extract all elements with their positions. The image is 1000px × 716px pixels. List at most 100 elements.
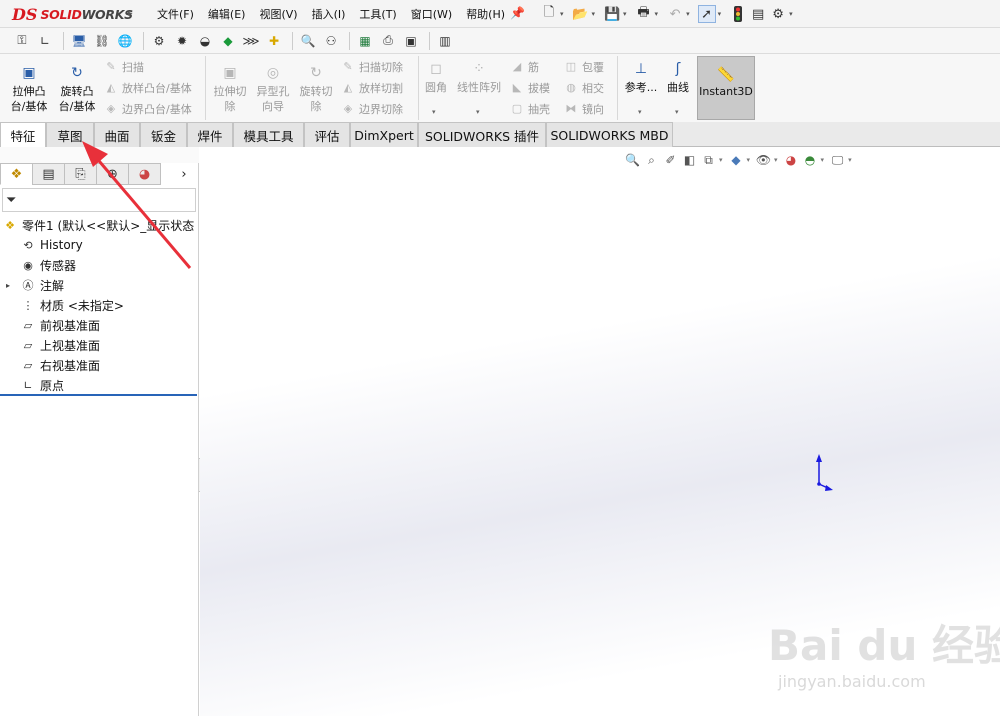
tree-root-part[interactable]: ❖ 零件1 (默认<<默认>_显示状态	[0, 215, 199, 235]
rebuild-traffic-light-icon[interactable]	[729, 5, 747, 23]
spring-icon[interactable]: ⋙	[241, 31, 261, 51]
view-orientation-cube-icon[interactable]: ◆	[728, 152, 745, 169]
solidworks-logo[interactable]: DS SOLIDWORKS	[0, 0, 133, 28]
extrude-cut-button[interactable]: ▣ 拉伸切 除	[210, 64, 250, 114]
file-properties-icon[interactable]: ▤	[749, 5, 767, 23]
panel-more-chevron-icon[interactable]: ›	[169, 163, 199, 185]
tree-item-origin[interactable]: ∟ 原点	[0, 375, 199, 395]
mirror-button[interactable]: ⧓ 镜向	[564, 101, 605, 117]
view-settings-dropdown-icon[interactable]: ▾	[848, 156, 852, 164]
view-settings-monitor-icon[interactable]: 🖵	[829, 152, 846, 169]
hole-wizard-button[interactable]: ◎ 异型孔 向导	[253, 64, 293, 114]
tab-mold-tools[interactable]: 模具工具	[233, 122, 304, 147]
reference-geometry-button[interactable]: ⊥ 参考...	[622, 60, 660, 95]
undo-icon[interactable]: ↶	[666, 5, 684, 23]
print-dropdown-icon[interactable]: ▾	[655, 10, 659, 18]
new-dropdown-icon[interactable]: ▾	[560, 10, 564, 18]
tab-solidworks-mbd[interactable]: SOLIDWORKS MBD	[546, 122, 673, 147]
open-dropdown-icon[interactable]: ▾	[592, 10, 596, 18]
tree-filter-input[interactable]: ⏷	[2, 188, 196, 212]
menu-window[interactable]: 窗口(W)	[404, 6, 459, 22]
select-cursor-icon[interactable]: ➚	[697, 5, 716, 23]
expand-arrow-icon[interactable]: ▸	[6, 281, 10, 290]
excel-table-icon[interactable]: ▦	[355, 31, 375, 51]
document-icon[interactable]: ▥	[435, 31, 455, 51]
tree-item-history[interactable]: ⟲ History	[0, 235, 199, 255]
fillet-button[interactable]: ◻ 圆角	[420, 60, 452, 95]
options-gear-icon[interactable]: ⚙	[769, 5, 787, 23]
dimension-l-icon[interactable]: ∟	[35, 31, 55, 51]
feature-manager-tree-icon[interactable]: ❖	[0, 163, 33, 185]
save-dropdown-icon[interactable]: ▾	[623, 10, 627, 18]
lofted-cut-button[interactable]: ◭ 放样切割	[341, 80, 403, 96]
undo-dropdown-icon[interactable]: ▾	[686, 10, 690, 18]
zoom-to-area-icon[interactable]: ⌕	[643, 152, 660, 169]
hide-show-dropdown-icon[interactable]: ▾	[774, 156, 778, 164]
draft-button[interactable]: ◣ 拔模	[510, 80, 550, 96]
open-folder-icon[interactable]: 📂	[572, 5, 590, 23]
boundary-boss-button[interactable]: ◈ 边界凸台/基体	[104, 101, 192, 117]
sweep-button[interactable]: ✎ 扫描	[104, 59, 144, 75]
orientation-dropdown-icon[interactable]: ▾	[747, 156, 751, 164]
linear-pattern-dropdown-icon[interactable]: ▾	[476, 108, 480, 116]
pin-icon[interactable]: 📌	[510, 6, 525, 20]
revolve-cut-button[interactable]: ↻ 旋转切 除	[296, 64, 336, 114]
instant3d-button[interactable]: 📏 Instant3D	[697, 56, 755, 120]
dimxpert-manager-icon[interactable]: ⊕	[96, 163, 129, 185]
section-view-icon[interactable]: ◧	[681, 152, 698, 169]
hide-show-eye-icon[interactable]: 👁	[755, 152, 772, 169]
globe-icon[interactable]: 🌐	[115, 31, 135, 51]
new-document-icon[interactable]: 🗋	[540, 5, 558, 23]
loft-button[interactable]: ◭ 放样凸台/基体	[104, 80, 192, 96]
swept-cut-button[interactable]: ✎ 扫描切除	[341, 59, 403, 75]
scene-dropdown-icon[interactable]: ▾	[821, 156, 825, 164]
property-manager-icon[interactable]: ▤	[32, 163, 65, 185]
cog-icon[interactable]: ✹	[172, 31, 192, 51]
boundary-cut-button[interactable]: ◈ 边界切除	[341, 101, 403, 117]
tab-features[interactable]: 特征	[0, 122, 46, 148]
tab-dimxpert[interactable]: DimXpert	[350, 122, 418, 147]
dynamic-annotation-icon[interactable]: ⧉	[700, 152, 717, 169]
extrude-boss-button[interactable]: ▣ 拉伸凸 台/基体	[6, 64, 52, 114]
reference-dropdown-icon[interactable]: ▾	[638, 108, 642, 116]
display-manager-icon[interactable]: ◕	[128, 163, 161, 185]
tree-item-sensors[interactable]: ◉ 传感器	[0, 255, 199, 275]
rib-button[interactable]: ◢ 筋	[510, 59, 539, 75]
previous-view-icon[interactable]: ✐	[662, 152, 679, 169]
tab-surfaces[interactable]: 曲面	[94, 122, 140, 147]
tree-item-annotations[interactable]: ▸ Ⓐ 注解	[0, 275, 199, 295]
configuration-manager-icon[interactable]: ⎘	[64, 163, 97, 185]
edit-appearance-icon[interactable]: ◕	[783, 152, 800, 169]
monitor-icon[interactable]: 🖥	[69, 31, 89, 51]
menu-help[interactable]: 帮助(H)	[459, 6, 512, 22]
save-icon[interactable]: 💾	[603, 5, 621, 23]
location-pin-icon[interactable]: ◆	[218, 31, 238, 51]
panel-grip[interactable]	[0, 147, 199, 163]
tab-weldments[interactable]: 焊件	[187, 122, 233, 147]
menu-file[interactable]: 文件(F)	[150, 6, 201, 22]
intersect-button[interactable]: ◍ 相交	[564, 80, 604, 96]
tab-sheet-metal[interactable]: 钣金	[140, 122, 187, 147]
gear-part-icon[interactable]: ⚙	[149, 31, 169, 51]
zoom-search-icon[interactable]: 🔍	[298, 31, 318, 51]
fillet-dropdown-icon[interactable]: ▾	[432, 108, 436, 116]
print-icon[interactable]: 🖶	[635, 5, 653, 23]
menu-tools[interactable]: 工具(T)	[352, 6, 403, 22]
tree-item-right-plane[interactable]: ▱ 右视基准面	[0, 355, 199, 375]
tree-item-material[interactable]: ⋮ 材质 <未指定>	[0, 295, 199, 315]
apply-scene-icon[interactable]: ◓	[802, 152, 819, 169]
assembly-icon[interactable]: ⛓	[92, 31, 112, 51]
zoom-to-fit-icon[interactable]: 🔍	[624, 152, 641, 169]
rollback-bar[interactable]	[0, 394, 197, 396]
bowl-icon[interactable]: ◒	[195, 31, 215, 51]
yellow-part-icon[interactable]: ✚	[264, 31, 284, 51]
curves-button[interactable]: ʃ 曲线	[662, 60, 694, 95]
options-dropdown-icon[interactable]: ▾	[789, 10, 793, 18]
menu-view[interactable]: 视图(V)	[252, 6, 304, 22]
menu-edit[interactable]: 编辑(E)	[201, 6, 253, 22]
wrap-button[interactable]: ◫ 包覆	[564, 59, 604, 75]
printer-icon[interactable]: ⎙	[378, 31, 398, 51]
tab-solidworks-addins[interactable]: SOLIDWORKS 插件	[418, 122, 546, 147]
tree-item-top-plane[interactable]: ▱ 上视基准面	[0, 335, 199, 355]
select-dropdown-icon[interactable]: ▾	[718, 10, 722, 18]
